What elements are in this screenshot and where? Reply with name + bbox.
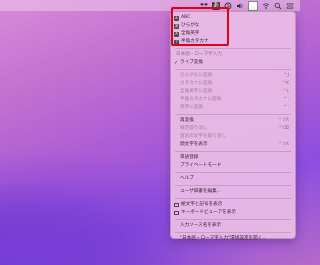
menu-item-shortcut: ^K <box>282 81 289 86</box>
menu-item-show-emoji[interactable]: 絵文字と記号を表示 <box>171 201 295 209</box>
menu-separator <box>175 114 291 115</box>
menu-item-private-mode[interactable]: プライベートモード <box>171 162 295 170</box>
menu-item-label: ライブ変換 <box>180 60 203 65</box>
menu-item-label: 絵文字と記号を表示 <box>181 202 223 207</box>
menu-separator <box>175 172 291 173</box>
menu-item-label: 直前の文字を取り消し <box>180 134 226 139</box>
menu-item-register-word[interactable]: 単語登録 <box>171 154 295 162</box>
menu-item-undo-commit: 確定取り消し ^⌫ <box>171 125 295 133</box>
highlight-box <box>171 7 229 46</box>
menu-item-edit-dictionary[interactable]: ユーザ辞書を編集... <box>171 188 295 196</box>
menu-item-shortcut: ^⇧R <box>278 118 289 123</box>
menu-item-convert-halfwidth-katakana: 半角カタカナに変換 ^; <box>171 96 295 104</box>
menu-item-label: 英字に変換 <box>180 105 203 110</box>
menu-item-shortcut: ^⇧K <box>278 142 289 147</box>
menu-item-shortcut: ^L <box>282 89 289 94</box>
menu-item-shortcut: ^: <box>283 105 289 110</box>
menu-separator <box>175 69 291 70</box>
menu-item-label: プライベートモード <box>180 163 222 168</box>
menu-item-shortcut: ^; <box>283 97 289 102</box>
menu-item-label: "日本語・ローマ字入力"環境設定を開く... <box>180 236 267 241</box>
menu-separator <box>175 48 291 49</box>
menu-item-help[interactable]: ヘルプ <box>171 175 295 183</box>
menu-item-label: 再変換 <box>180 118 194 123</box>
emoji-viewer-icon <box>174 203 179 207</box>
menu-item-label: キーボードビューアを表示 <box>181 210 236 215</box>
menu-item-label: ユーザ辞書を編集... <box>180 189 222 194</box>
menu-item-label: 入力ソース名を表示 <box>180 223 222 228</box>
menu-separator <box>175 232 291 233</box>
menu-item-live-conversion[interactable]: ✓ ライブ変換 <box>171 59 295 67</box>
menu-item-label: 全角英字に変換 <box>180 89 213 94</box>
menu-item-label: 確定取り消し <box>180 126 208 131</box>
search-icon[interactable] <box>274 2 282 10</box>
menu-bar: あ <box>0 0 300 11</box>
menu-item-convert-katakana: カタカナに変換 ^K <box>171 80 295 88</box>
menu-item-label: ヘルプ <box>180 176 194 181</box>
wifi-icon[interactable] <box>262 2 270 10</box>
menu-item-label: 単語登録 <box>180 155 199 160</box>
menu-item-label: ひらがなに変換 <box>180 73 213 78</box>
volume-icon[interactable] <box>236 2 244 10</box>
menu-item-show-keyboard[interactable]: キーボードビューアを表示 <box>171 209 295 217</box>
menu-item-reconvert[interactable]: 再変換 ^⇧R <box>171 117 295 125</box>
menu-separator <box>175 151 291 152</box>
menu-item-convert-fullwidth-roman: 全角英字に変換 ^L <box>171 88 295 96</box>
menu-item-label: 半角カタカナに変換 <box>180 97 222 102</box>
menu-separator <box>175 198 291 199</box>
checkmark-icon: ✓ <box>174 60 179 66</box>
menu-item-convert-hiragana: ひらがなに変換 ^J <box>171 72 295 80</box>
menu-item-undo-last-char: 直前の文字を取り消し <box>171 133 295 141</box>
menu-item-show-kaomoji[interactable]: 顔文字を表示 ^⇧K <box>171 141 295 149</box>
menu-item-shortcut: ^J <box>283 73 289 78</box>
menu-item-show-input-source-name[interactable]: 入力ソース名を表示 <box>171 222 295 230</box>
menu-item-convert-roman: 英字に変換 ^: <box>171 104 295 112</box>
keyboard-viewer-icon <box>174 211 179 215</box>
menu-item-label: カタカナに変換 <box>180 81 213 86</box>
control-center-icon[interactable] <box>286 2 294 10</box>
menu-item-shortcut: ^⌫ <box>278 126 289 131</box>
menu-item-label: 顔文字を表示 <box>180 142 208 147</box>
menu-separator <box>175 185 291 186</box>
menu-item-open-preferences[interactable]: "日本語・ローマ字入力"環境設定を開く... <box>171 235 295 243</box>
menu-separator <box>175 219 291 220</box>
section-header: 日本語・ローマ字入力 <box>171 51 295 59</box>
battery-icon[interactable] <box>248 0 258 11</box>
section-header-label: 日本語・ローマ字入力 <box>176 52 222 57</box>
